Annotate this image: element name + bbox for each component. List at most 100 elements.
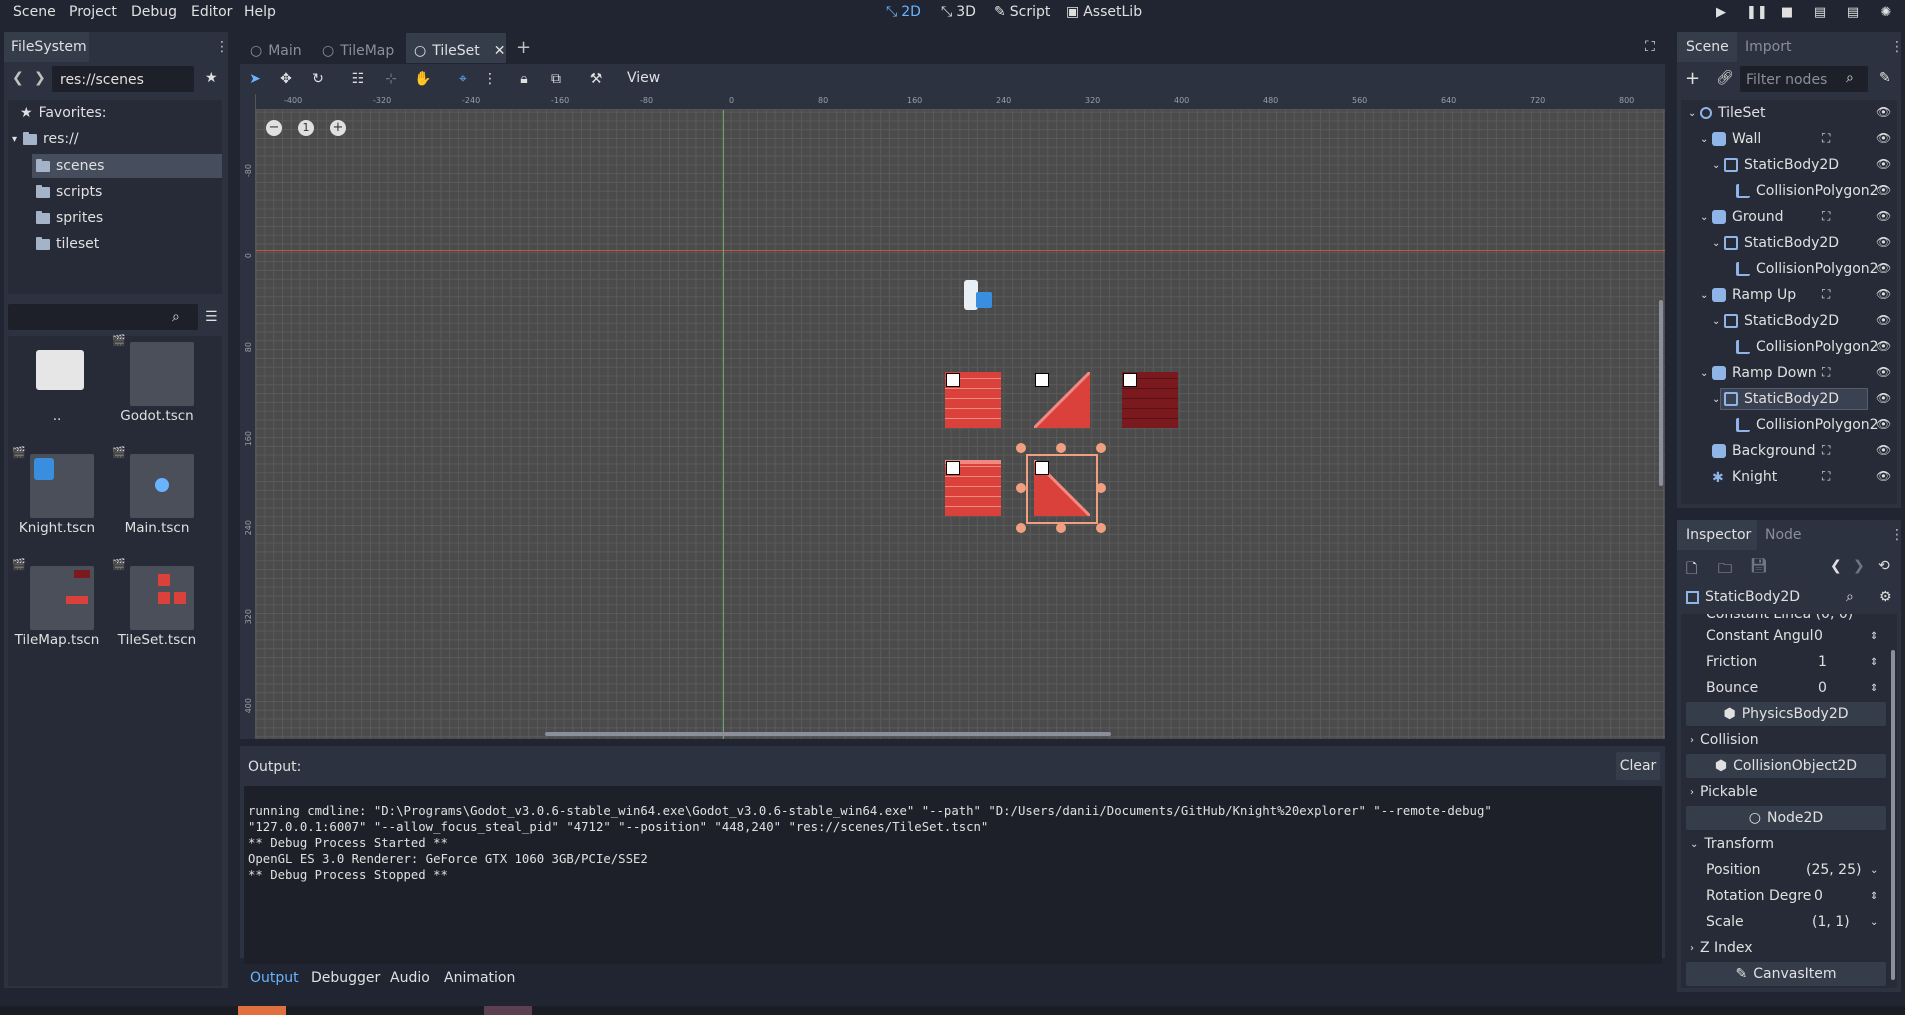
node-tab[interactable]: Node: [1765, 527, 1802, 543]
visibility-eye-icon[interactable]: 👁︎: [1876, 261, 1891, 275]
bone-icon[interactable]: ⚒: [587, 70, 605, 88]
open-folder-icon[interactable]: 🗀︎: [1718, 558, 1732, 582]
scene-node-collisionpolygon2[interactable]: CollisionPolygon2: [1724, 412, 1879, 438]
path-input[interactable]: res://scenes: [52, 66, 194, 92]
visibility-eye-icon[interactable]: 👁︎: [1876, 131, 1891, 145]
search-icon[interactable]: ⌕: [1846, 589, 1854, 605]
tree-item-res[interactable]: ▾ res://: [12, 126, 79, 152]
scene-node-background[interactable]: Background: [1700, 438, 1816, 464]
visibility-eye-icon[interactable]: 👁︎: [1876, 157, 1891, 171]
inspector-scrollbar[interactable]: [1891, 650, 1895, 980]
zoom-reset-icon[interactable]: 1: [298, 120, 314, 136]
bottom-tab-animation[interactable]: Animation: [444, 970, 515, 986]
prop-constant-angular[interactable]: Constant Angul 0 ⇕: [1686, 623, 1886, 649]
group-pickable[interactable]: › Pickable: [1686, 779, 1886, 805]
dock-menu-icon[interactable]: ⋮: [1890, 39, 1904, 55]
tree-item-scenes[interactable]: scenes: [36, 153, 104, 179]
chevron-down-icon[interactable]: ⌄: [1712, 160, 1724, 171]
import-tab[interactable]: Import: [1745, 39, 1791, 55]
prop-friction[interactable]: Friction 1 ⇕: [1686, 649, 1886, 675]
fullscreen-icon[interactable]: ⛶: [1645, 39, 1655, 55]
pivot-tool-icon[interactable]: ⊹: [382, 70, 400, 88]
selection-handle[interactable]: [1016, 523, 1026, 533]
visibility-eye-icon[interactable]: 👁︎: [1876, 339, 1891, 353]
play-custom-scene-icon[interactable]: ▤: [1845, 5, 1861, 21]
new-resource-icon[interactable]: 🗋︎: [1686, 558, 1697, 582]
selection-rect[interactable]: [1026, 454, 1098, 524]
spinner-icon[interactable]: ⇕: [1870, 683, 1878, 694]
visibility-eye-icon[interactable]: 👁︎: [1876, 365, 1891, 379]
dock-menu-icon[interactable]: ⋮: [1890, 527, 1904, 543]
back-icon[interactable]: ❮: [12, 70, 24, 86]
add-tab-icon[interactable]: +: [516, 37, 531, 58]
file-item-godot[interactable]: 🎬 Godot.tscn: [112, 334, 202, 444]
menu-help[interactable]: Help: [244, 4, 276, 20]
play-icon[interactable]: ▶: [1713, 5, 1729, 21]
inspector-object-header[interactable]: StaticBody2D: [1686, 584, 1862, 610]
chevron-down-icon[interactable]: ⌄: [1700, 290, 1712, 301]
visibility-eye-icon[interactable]: 👁︎: [1876, 417, 1891, 431]
spinner-icon[interactable]: ⇕: [1870, 631, 1878, 642]
scene-node-knight[interactable]: ✱ Knight: [1700, 464, 1777, 490]
file-item-main[interactable]: 🎬 Main.tscn: [112, 446, 202, 556]
selection-handle[interactable]: [1096, 483, 1106, 493]
add-node-icon[interactable]: +: [1685, 68, 1700, 89]
chevron-down-icon[interactable]: ⌄: [1700, 134, 1712, 145]
bottom-tab-audio[interactable]: Audio: [390, 970, 430, 986]
tree-item-scripts[interactable]: scripts: [36, 179, 102, 205]
group-icon[interactable]: ⛶: [1822, 443, 1830, 458]
scene-node-collisionpolygon2[interactable]: CollisionPolygon2: [1724, 334, 1879, 360]
bottom-tab-debugger[interactable]: Debugger: [311, 970, 380, 986]
visibility-eye-icon[interactable]: 👁︎: [1876, 391, 1891, 405]
h-scrollbar[interactable]: [545, 732, 1111, 736]
file-item-parent[interactable]: ..: [12, 334, 102, 444]
prop-bounce[interactable]: Bounce 0 ⇕: [1686, 675, 1886, 701]
zoom-out-icon[interactable]: −: [266, 120, 282, 136]
menu-editor[interactable]: Editor: [191, 4, 232, 20]
tools-icon[interactable]: ⚙: [1879, 589, 1892, 605]
scene-node-ramp-down[interactable]: ⌄ Ramp Down: [1700, 360, 1817, 386]
workspace-3d-button[interactable]: ⤡ 3D: [941, 4, 976, 20]
snap-options-icon[interactable]: ⋮: [481, 70, 499, 88]
clear-button[interactable]: Clear: [1616, 752, 1660, 780]
scene-node-staticbody2d[interactable]: ⌄ StaticBody2D: [1712, 308, 1839, 334]
group-transform[interactable]: ⌄ Transform: [1686, 831, 1886, 857]
prop-position[interactable]: Position (25, 25) ⌄: [1686, 857, 1886, 883]
bottom-tab-output[interactable]: Output: [250, 970, 299, 986]
v-scrollbar[interactable]: [1659, 300, 1663, 486]
menu-project[interactable]: Project: [69, 4, 117, 20]
file-item-tileset[interactable]: 🎬 TileSet.tscn: [112, 558, 202, 668]
tree-item-tileset[interactable]: tileset: [36, 231, 99, 257]
scene-node-tileset[interactable]: ⌄ TileSet: [1688, 100, 1766, 126]
lock-icon[interactable]: 🔒︎: [515, 70, 533, 88]
group-collision[interactable]: › Collision: [1686, 727, 1886, 753]
chevron-down-icon[interactable]: ⌄: [1870, 865, 1878, 876]
snap-icon[interactable]: ⌖: [454, 70, 472, 88]
scene-node-collisionpolygon2[interactable]: CollisionPolygon2: [1724, 178, 1879, 204]
play-scene-icon[interactable]: ▤: [1812, 5, 1828, 21]
selection-handle[interactable]: [1016, 483, 1026, 493]
visibility-eye-icon[interactable]: 👁︎: [1876, 183, 1891, 197]
chevron-down-icon[interactable]: ⌄: [1700, 212, 1712, 223]
scene-node-ramp-up[interactable]: ⌄ Ramp Up: [1700, 282, 1796, 308]
save-icon[interactable]: 💾︎: [1750, 558, 1768, 574]
visibility-eye-icon[interactable]: 👁︎: [1876, 443, 1891, 457]
menu-debug[interactable]: Debug: [131, 4, 177, 20]
scene-node-collisionpolygon2[interactable]: CollisionPolygon2: [1724, 256, 1879, 282]
workspace-script-button[interactable]: ✎ Script: [994, 4, 1050, 20]
selection-handle[interactable]: [1096, 443, 1106, 453]
stop-icon[interactable]: ■: [1779, 5, 1795, 21]
chevron-down-icon[interactable]: ⌄: [1870, 917, 1878, 928]
spinner-icon[interactable]: ⇕: [1870, 657, 1878, 668]
visibility-eye-icon[interactable]: 👁︎: [1876, 313, 1891, 327]
visibility-eye-icon[interactable]: 👁︎: [1876, 209, 1891, 223]
tree-item-favorites[interactable]: ★ Favorites:: [20, 100, 107, 126]
scene-tab-tilemap[interactable]: ○ TileMap: [322, 38, 394, 64]
group-icon[interactable]: ⛶: [1822, 469, 1830, 484]
scene-node-staticbody2d[interactable]: ⌄ StaticBody2D: [1712, 230, 1839, 256]
dock-menu-icon[interactable]: ⋮: [215, 39, 229, 55]
scene-tab-main[interactable]: ○ Main: [250, 38, 302, 64]
menu-scene[interactable]: Scene: [13, 4, 56, 20]
list-view-icon[interactable]: ☰: [205, 309, 218, 325]
visibility-eye-icon[interactable]: 👁︎: [1876, 105, 1891, 119]
